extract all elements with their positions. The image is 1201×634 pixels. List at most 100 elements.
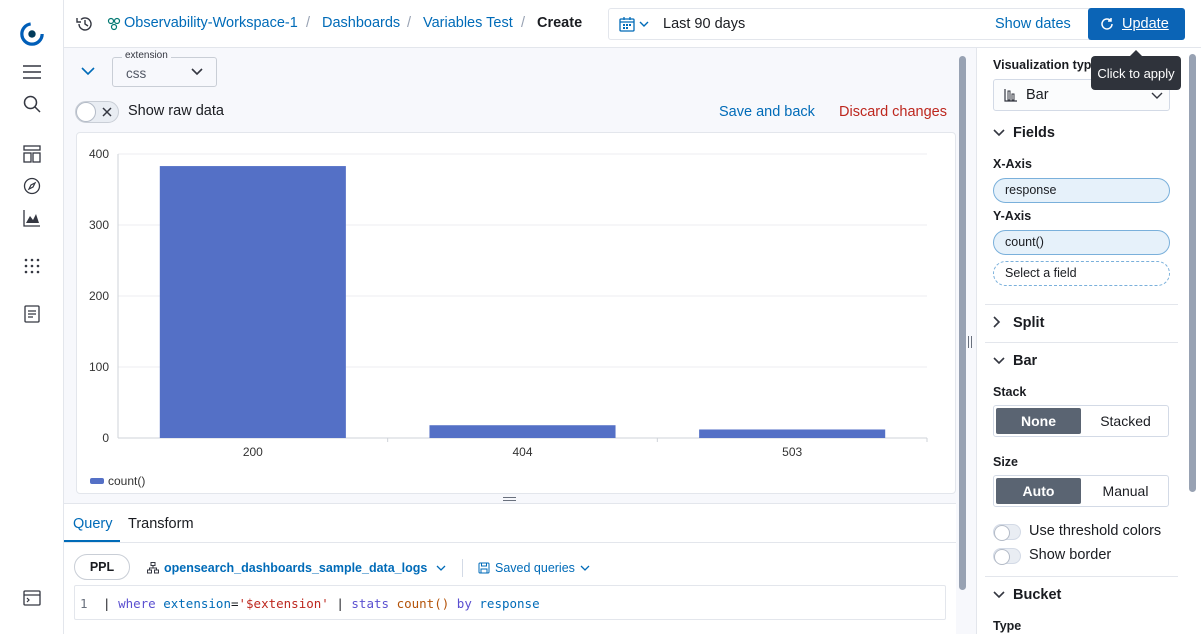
code-keyword: stats <box>351 596 390 611</box>
notebook-icon[interactable] <box>20 302 44 326</box>
chevron-down-icon[interactable] <box>993 591 1005 599</box>
breadcrumb-current: Create <box>537 15 583 31</box>
code-operator: = <box>230 596 239 611</box>
index-pattern-icon <box>147 562 159 574</box>
date-quick-menu-button[interactable] <box>619 16 649 32</box>
calendar-icon <box>619 16 635 32</box>
breadcrumb-workspace[interactable]: Observability-Workspace-1 <box>124 15 298 31</box>
visualize-chart-icon[interactable] <box>20 206 44 230</box>
apps-grid-icon[interactable] <box>20 254 44 278</box>
resize-handle-horizontal[interactable] <box>503 496 516 502</box>
viz-type-label: Visualization type <box>993 58 1099 72</box>
size-segmented-control: Auto Manual <box>993 475 1169 507</box>
threshold-colors-switch[interactable] <box>993 524 1021 541</box>
fields-section-title[interactable]: Fields <box>1013 125 1055 141</box>
code-pipe: | <box>103 596 111 611</box>
top-header: Observability-Workspace-1 / Dashboards /… <box>64 0 1201 48</box>
size-label: Size <box>993 455 1019 469</box>
code-keyword: where <box>118 596 156 611</box>
y-tick-label: 100 <box>89 360 109 374</box>
tab-transform[interactable]: Transform <box>128 516 194 532</box>
resize-handle-vertical[interactable] <box>967 336 973 348</box>
date-picker[interactable]: Last 90 days Show dates <box>608 8 1147 40</box>
history-icon[interactable] <box>76 15 94 33</box>
legend-label: count() <box>108 474 145 488</box>
code-pipe: | <box>336 596 344 611</box>
x-axis-label: X-Axis <box>993 157 1032 171</box>
stack-segmented-control: None Stacked <box>993 405 1169 437</box>
chevron-down-icon[interactable] <box>993 129 1005 137</box>
bar-chart-icon <box>1004 88 1018 102</box>
update-button-label: Update <box>1122 16 1169 32</box>
size-option-manual[interactable]: Manual <box>1083 476 1168 506</box>
workspace-icon <box>107 17 121 31</box>
query-language-button[interactable]: PPL <box>74 554 130 580</box>
threshold-colors-label: Use threshold colors <box>1029 523 1162 539</box>
discard-changes-button[interactable]: Discard changes <box>839 104 947 120</box>
dashboard-icon[interactable] <box>20 142 44 166</box>
date-range-text[interactable]: Last 90 days <box>663 16 745 32</box>
select-field-dropzone[interactable]: Select a field <box>993 261 1170 286</box>
x-axis-field-pill[interactable]: response <box>993 178 1170 203</box>
chevron-down-icon <box>580 565 590 571</box>
extension-variable-select[interactable]: css <box>112 57 217 87</box>
chevron-down-icon <box>191 68 203 76</box>
toggle-knob <box>76 102 96 122</box>
console-icon[interactable] <box>20 586 44 610</box>
stack-option-none[interactable]: None <box>996 408 1081 434</box>
breadcrumb-variables-test[interactable]: Variables Test <box>423 15 513 31</box>
close-icon <box>101 106 113 118</box>
code-keyword: by <box>456 596 472 611</box>
saved-queries-button[interactable]: Saved queries <box>478 561 590 575</box>
left-nav <box>0 0 64 634</box>
show-raw-data-label: Show raw data <box>128 103 224 119</box>
save-and-back-button[interactable]: Save and back <box>719 104 815 120</box>
code-field: response <box>479 596 540 611</box>
section-divider <box>985 342 1178 343</box>
y-axis-field-pill[interactable]: count() <box>993 230 1170 255</box>
stack-label: Stack <box>993 385 1027 399</box>
bar-503 <box>699 429 886 438</box>
chevron-down-icon <box>436 565 446 571</box>
bar-404 <box>429 425 616 438</box>
discover-compass-icon[interactable] <box>20 174 44 198</box>
main-scrollbar[interactable] <box>959 56 966 590</box>
show-border-switch[interactable] <box>993 548 1021 565</box>
breadcrumb-separator: / <box>306 15 311 31</box>
show-border-label: Show border <box>1029 547 1112 563</box>
bar-200 <box>159 166 346 438</box>
split-section-title[interactable]: Split <box>1013 315 1044 331</box>
datasource-selector[interactable]: opensearch_dashboards_sample_data_logs <box>147 561 446 575</box>
tab-query[interactable]: Query <box>73 516 113 532</box>
type-label: Type <box>993 619 1022 633</box>
size-option-auto[interactable]: Auto <box>996 478 1081 504</box>
bar-section-title[interactable]: Bar <box>1013 353 1037 369</box>
panel-scrollbar[interactable] <box>1189 54 1196 492</box>
y-tick-label: 300 <box>89 218 109 232</box>
viz-type-value: Bar <box>1026 87 1049 103</box>
chevron-right-icon[interactable] <box>993 316 1001 328</box>
line-number: 1 <box>80 596 88 611</box>
bar-chart: 0 100 200 300 400 200 404 503 count() <box>89 147 928 488</box>
search-icon[interactable] <box>20 92 44 116</box>
code-field: extension <box>163 596 231 611</box>
chevron-down-icon[interactable] <box>993 357 1005 365</box>
chart-panel: 0 100 200 300 400 200 404 503 count() <box>76 132 956 494</box>
chevron-down-icon <box>1151 92 1163 100</box>
query-editor[interactable]: 1 | where extension='$extension' | stats… <box>74 585 946 620</box>
section-divider <box>985 304 1178 305</box>
breadcrumb-dashboards[interactable]: Dashboards <box>322 15 400 31</box>
opensearch-logo-icon[interactable] <box>20 22 44 46</box>
menu-icon[interactable] <box>20 60 44 84</box>
show-dates-link[interactable]: Show dates <box>995 16 1071 32</box>
save-icon <box>478 562 490 574</box>
y-tick-label: 0 <box>102 431 109 445</box>
update-button[interactable]: Update <box>1088 8 1185 40</box>
collapse-variables-chevron-icon[interactable] <box>81 66 95 76</box>
breadcrumb-separator: / <box>521 15 526 31</box>
legend-swatch <box>90 478 104 484</box>
show-raw-data-toggle[interactable] <box>75 101 119 123</box>
bucket-section-title[interactable]: Bucket <box>1013 587 1061 603</box>
stack-option-stacked[interactable]: Stacked <box>1083 406 1168 436</box>
y-axis-label: Y-Axis <box>993 209 1032 223</box>
